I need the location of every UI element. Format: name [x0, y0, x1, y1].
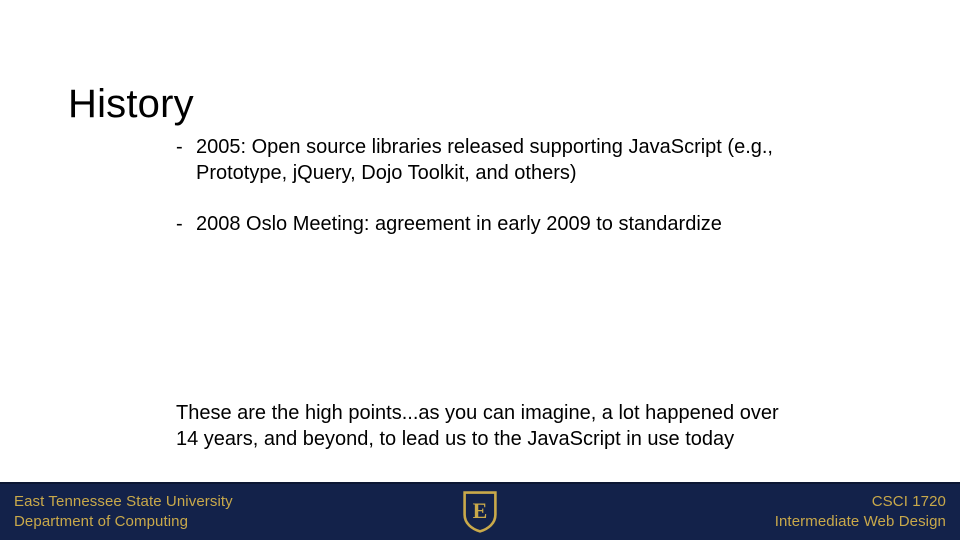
list-item-label: 2008 Oslo Meeting: agreement in early 20…	[196, 213, 722, 235]
footer-institution: East Tennessee State University Departme…	[14, 492, 233, 532]
closing-paragraph: These are the high points...as you can i…	[176, 402, 779, 450]
svg-text:E: E	[473, 498, 488, 523]
etsu-shield-icon: E	[463, 491, 497, 533]
list-item: - 2005: Open source libraries released s…	[176, 134, 816, 186]
footer-course-title: Intermediate Web Design	[774, 513, 946, 530]
page-title: History	[68, 81, 194, 126]
slide-canvas: History - 2005: Open source libraries re…	[0, 0, 960, 540]
footer-university-name: East Tennessee State University	[14, 493, 233, 510]
list-item-label: 2005: Open source libraries released sup…	[196, 136, 773, 184]
bullet-dash-marker: -	[176, 213, 183, 235]
footer-department-name: Department of Computing	[14, 513, 189, 530]
bullet-dash-marker: -	[176, 136, 183, 158]
list-item: - 2008 Oslo Meeting: agreement in early …	[176, 211, 816, 237]
footer-course-number: CSCI 1720	[871, 493, 946, 510]
slide-body: - 2005: Open source libraries released s…	[176, 134, 816, 237]
footer-course-info: CSCI 1720 Intermediate Web Design	[775, 492, 946, 532]
slide-footer: East Tennessee State University Departme…	[0, 482, 960, 540]
